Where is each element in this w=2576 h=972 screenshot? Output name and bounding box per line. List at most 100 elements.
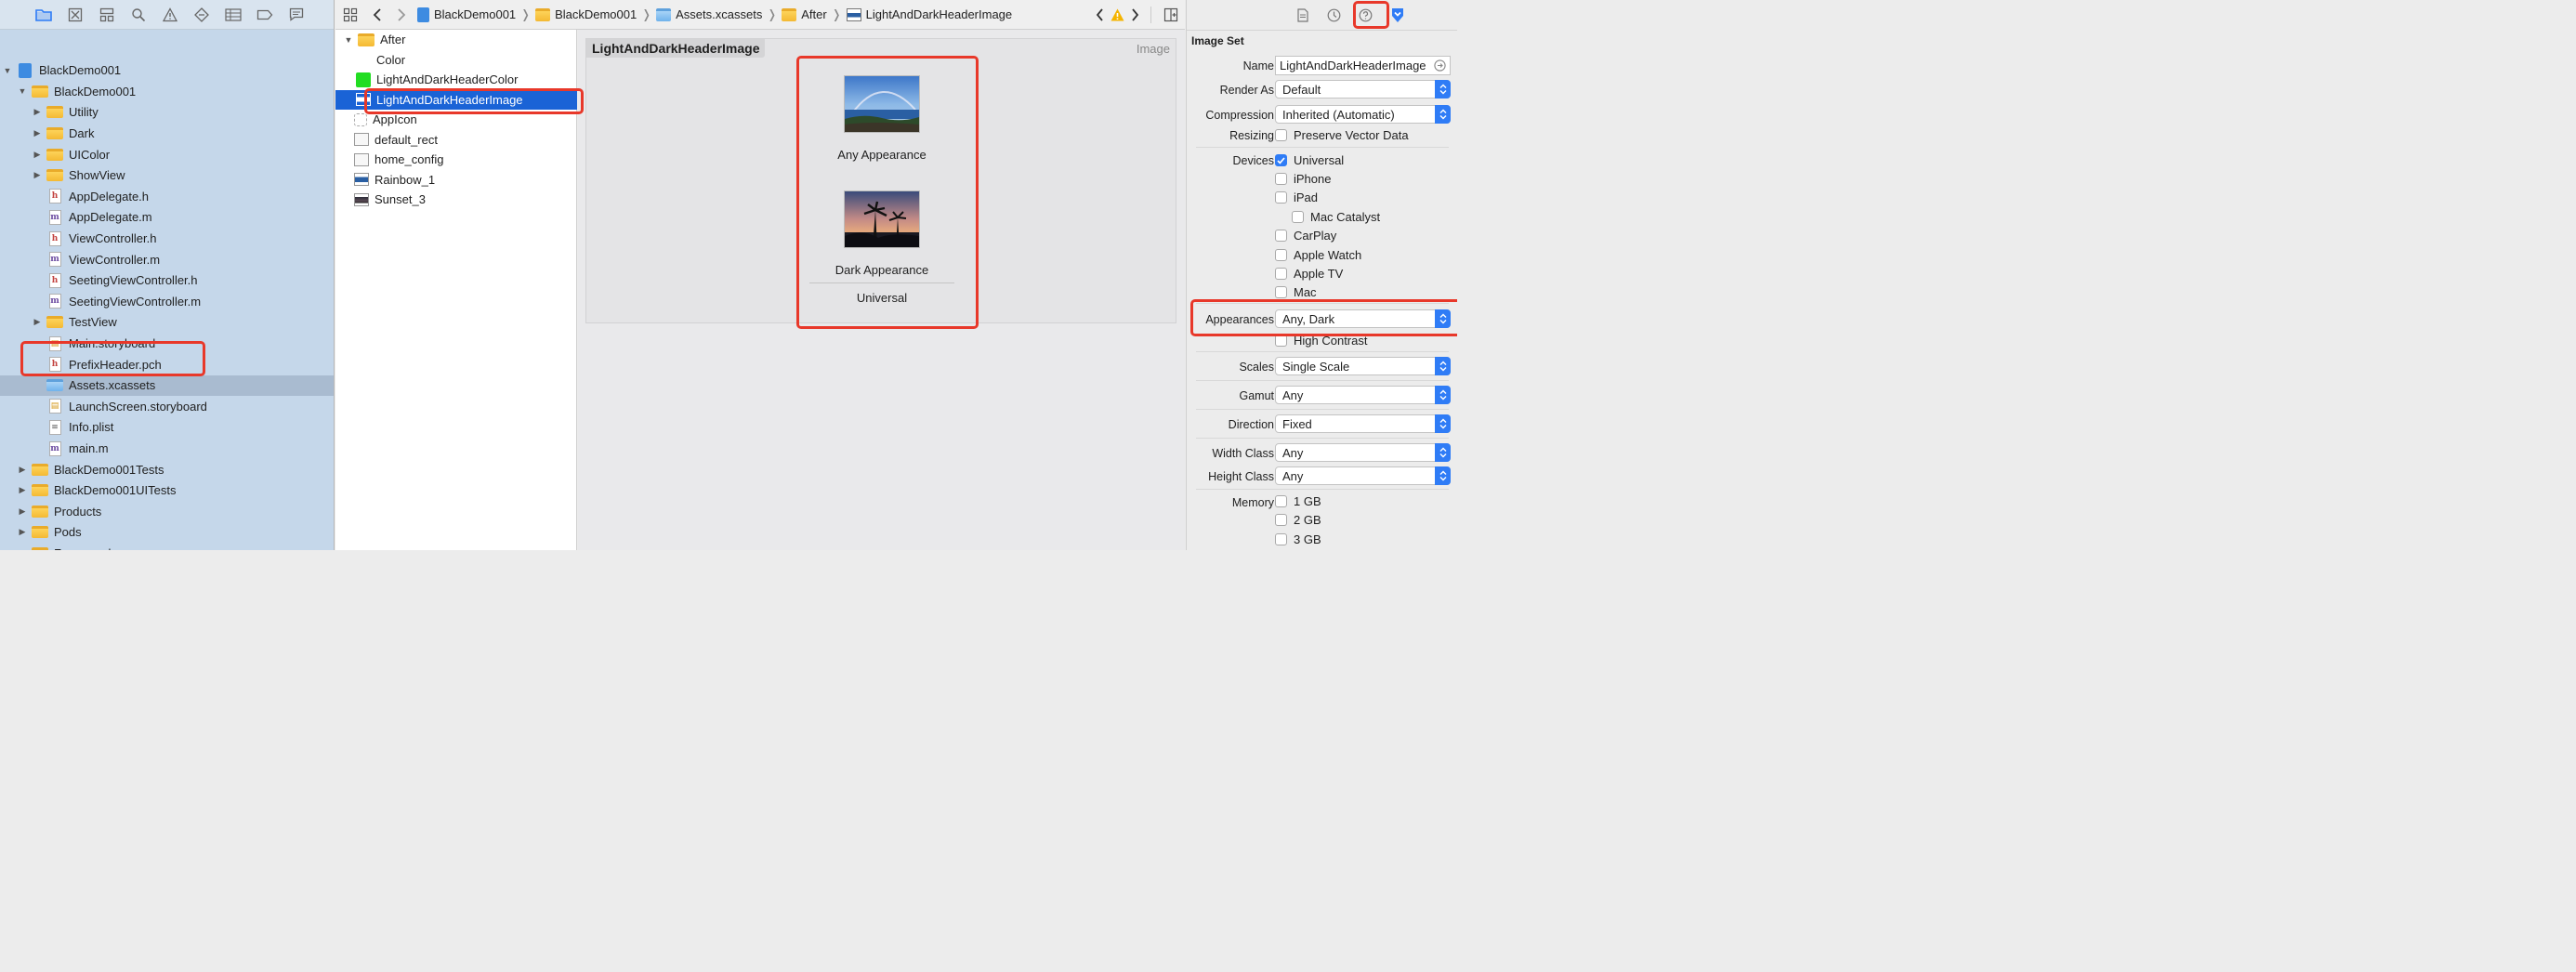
disclosure-closed-icon[interactable]: ▶ (32, 107, 43, 117)
direction-popup[interactable]: Fixed (1275, 414, 1451, 433)
asset-row[interactable]: ▼Sunset_3 (335, 190, 577, 209)
checkbox-box[interactable] (1275, 230, 1287, 242)
device-checkbox[interactable]: iPad (1275, 190, 1318, 204)
compression-popup[interactable]: Inherited (Automatic) (1275, 105, 1451, 124)
device-checkbox[interactable]: Apple TV (1275, 267, 1343, 281)
asset-row[interactable]: ▼Color (335, 50, 577, 70)
hierarchy-icon[interactable] (91, 0, 123, 30)
navigator-row[interactable]: ▼ BlackDemo001 (0, 81, 334, 102)
navigator-row[interactable]: ▶hViewController.h (0, 228, 334, 249)
checkbox-box[interactable] (1275, 514, 1287, 526)
navigator-row[interactable]: ▶ TestView (0, 312, 334, 334)
checkbox-box[interactable] (1275, 173, 1287, 185)
next-issue-button[interactable] (1126, 0, 1143, 30)
name-field[interactable]: LightAndDarkHeaderImage (1275, 56, 1451, 75)
breadcrumb-item[interactable]: BlackDemo001 (535, 7, 637, 21)
device-checkbox[interactable]: CarPlay (1275, 229, 1336, 243)
appearances-popup[interactable]: Any, Dark (1275, 309, 1451, 328)
device-checkbox[interactable]: Mac Catalyst (1292, 210, 1380, 224)
attributes-inspector-tab[interactable] (1386, 3, 1410, 27)
breadcrumb-item[interactable]: LightAndDarkHeaderImage (846, 7, 1012, 21)
navigator-row[interactable]: ▶mAppDelegate.m (0, 207, 334, 229)
debug-icon[interactable] (217, 0, 249, 30)
breadcrumb-item[interactable]: BlackDemo001 (417, 7, 516, 22)
navigator-row[interactable]: ▶hSeetingViewController.h (0, 270, 334, 292)
device-checkbox[interactable]: iPhone (1275, 172, 1331, 186)
navigator-row[interactable]: ▶ Frameworks (0, 543, 334, 550)
width-class-popup[interactable]: Any (1275, 443, 1451, 462)
forward-button[interactable] (389, 0, 414, 30)
disclosure-closed-icon[interactable]: ▶ (17, 506, 28, 517)
search-icon[interactable] (123, 0, 154, 30)
navigator-row[interactable]: ▶▤Main.storyboard (0, 333, 334, 354)
asset-row[interactable]: ▼home_config (335, 150, 577, 169)
navigator-row[interactable]: ▶ BlackDemo001UITests (0, 480, 334, 502)
disclosure-open-icon[interactable]: ▼ (17, 86, 28, 96)
test-icon[interactable] (186, 0, 217, 30)
checkbox-box[interactable] (1275, 129, 1287, 141)
breadcrumb-item[interactable]: After (782, 7, 827, 21)
breadcrumb-item[interactable]: Assets.xcassets (656, 7, 762, 21)
checkbox-box[interactable] (1275, 335, 1287, 347)
any-appearance-image-slot[interactable] (844, 75, 920, 133)
device-checkbox[interactable]: Apple Watch (1275, 248, 1361, 262)
checkbox-box[interactable] (1275, 268, 1287, 280)
disclosure-closed-icon[interactable]: ▶ (17, 527, 28, 537)
navigator-row[interactable]: ▼ BlackDemo001 (0, 60, 334, 82)
asset-row[interactable]: ▼default_rect (335, 130, 577, 150)
render-as-popup[interactable]: Default (1275, 80, 1451, 99)
disclosure-closed-icon[interactable]: ▶ (32, 128, 43, 138)
disclosure-closed-icon[interactable]: ▶ (17, 485, 28, 495)
asset-row[interactable]: ▼AppIcon (335, 110, 577, 129)
device-checkbox[interactable]: Mac (1275, 285, 1317, 299)
gamut-popup[interactable]: Any (1275, 386, 1451, 404)
disclosure-closed-icon[interactable]: ▶ (17, 465, 28, 475)
source-control-icon[interactable] (59, 0, 91, 30)
navigator-row[interactable]: ▶ Dark (0, 123, 334, 144)
disclosure-open-icon[interactable]: ▼ (343, 35, 354, 45)
navigator-row[interactable]: ▶hAppDelegate.h (0, 186, 334, 207)
navigator-row[interactable]: ▶mViewController.m (0, 249, 334, 270)
disclosure-closed-icon[interactable]: ▶ (32, 170, 43, 180)
memory-checkbox[interactable]: 2 GB (1275, 513, 1321, 527)
navigator-row[interactable]: ▶≡Info.plist (0, 417, 334, 439)
asset-row[interactable]: ▼LightAndDarkHeaderImage (335, 89, 577, 110)
folder-icon[interactable] (28, 0, 59, 30)
asset-row[interactable]: ▼LightAndDarkHeaderColor (335, 70, 577, 89)
checkbox-box[interactable] (1292, 211, 1304, 223)
previous-issue-button[interactable] (1091, 0, 1108, 30)
navigator-row[interactable]: ▶ ShowView (0, 165, 334, 187)
navigator-row[interactable]: ▶ Products (0, 501, 334, 522)
checkmark-icon[interactable] (1275, 154, 1287, 166)
issue-warning-button[interactable] (1108, 0, 1126, 30)
height-class-popup[interactable]: Any (1275, 466, 1451, 485)
navigator-row[interactable]: ▶Assets.xcassets (0, 374, 334, 397)
memory-checkbox[interactable]: 1 GB (1275, 494, 1321, 508)
disclosure-open-icon[interactable]: ▼ (2, 66, 13, 75)
breakpoint-icon[interactable] (249, 0, 281, 30)
high-contrast-checkbox[interactable]: High Contrast (1275, 334, 1367, 348)
warning-icon[interactable] (154, 0, 186, 30)
asset-row[interactable]: ▼ After (335, 30, 577, 49)
disclosure-closed-icon[interactable]: ▶ (32, 317, 43, 327)
navigator-row[interactable]: ▶ Pods (0, 522, 334, 544)
back-button[interactable] (365, 0, 389, 30)
related-items-button[interactable] (335, 0, 365, 30)
checkbox-box[interactable] (1275, 495, 1287, 507)
checkbox-box[interactable] (1275, 533, 1287, 545)
history-inspector-tab[interactable] (1322, 3, 1347, 27)
disclosure-closed-icon[interactable]: ▶ (17, 548, 28, 550)
navigator-row[interactable]: ▶mSeetingViewController.m (0, 291, 334, 312)
device-checkbox[interactable]: Universal (1275, 153, 1344, 167)
navigator-row[interactable]: ▶▤LaunchScreen.storyboard (0, 396, 334, 417)
navigator-row[interactable]: ▶ BlackDemo001Tests (0, 459, 334, 480)
disclosure-closed-icon[interactable]: ▶ (32, 150, 43, 160)
help-inspector-tab[interactable] (1354, 3, 1378, 27)
checkbox-box[interactable] (1275, 286, 1287, 298)
dark-appearance-image-slot[interactable] (844, 190, 920, 248)
checkbox-box[interactable] (1275, 191, 1287, 204)
memory-checkbox[interactable]: 3 GB (1275, 532, 1321, 546)
navigator-row[interactable]: ▶mmain.m (0, 438, 334, 459)
checkbox-box[interactable] (1275, 249, 1287, 261)
file-inspector-tab[interactable] (1291, 3, 1315, 27)
